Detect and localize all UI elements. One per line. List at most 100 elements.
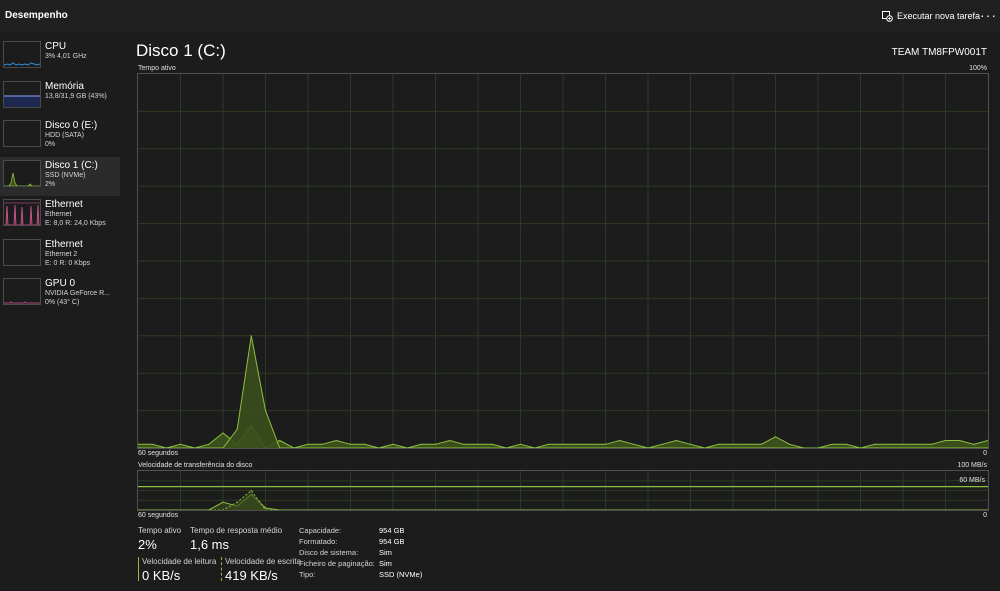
data-point	[888, 443, 890, 445]
data-point	[831, 443, 833, 445]
data-point	[633, 443, 635, 445]
transfer-chart-label: Velocidade de transferência do disco	[138, 462, 253, 469]
active-time-stat-value: 2%	[138, 537, 157, 552]
active-time-chart	[137, 73, 989, 449]
transfer-reference-label: 60 MB/s	[959, 477, 985, 484]
read-speed-value: 0 KB/s	[142, 568, 181, 583]
active-time-stat-label: Tempo ativo	[138, 526, 182, 535]
transfer-zero-label: 0	[983, 512, 987, 519]
sidebar-item-detail: HDD (SATA)	[45, 132, 85, 139]
data-point	[619, 439, 621, 442]
active-time-chart-label: Tempo ativo	[138, 65, 176, 72]
sidebar-item-usage: E: 8,0 R: 24,0 Kbps	[45, 220, 106, 227]
disk-title: Disco 1 (C:)	[136, 41, 226, 60]
response-time-stat-label: Tempo de resposta médio	[190, 526, 283, 535]
active-time-zero-label: 0	[983, 450, 987, 457]
sidebar-item-disk-0[interactable]: Disco 0 (E:) HDD (SATA) 0%	[0, 117, 120, 157]
ethernet-2-thumbnail-graph	[3, 238, 41, 266]
ethernet-1-thumbnail-graph	[3, 199, 41, 226]
sidebar-item-label: GPU 0	[45, 278, 76, 289]
disk-1-thumbnail-graph	[3, 159, 41, 187]
data-point	[222, 501, 224, 503]
data-point	[959, 439, 961, 442]
property-key: Formatado:	[299, 537, 338, 546]
sidebar-item-label: Ethernet	[45, 199, 83, 210]
gpu-0-thumbnail-graph	[3, 278, 41, 305]
data-point	[789, 443, 791, 445]
sidebar-item-label: Disco 0 (E:)	[45, 120, 98, 131]
data-point	[732, 443, 734, 445]
run-task-icon	[882, 10, 893, 22]
sidebar-item-gpu-0[interactable]: GPU 0 NVIDIA GeForce R... 0% (43° C)	[0, 275, 120, 315]
run-new-task-button[interactable]: Executar nova tarefa	[882, 9, 980, 23]
data-point	[236, 428, 238, 430]
transfer-duration-label: 60 segundos	[138, 512, 179, 519]
data-point	[944, 439, 947, 442]
sidebar-item-label: Ethernet	[45, 238, 83, 250]
property-value: Sim	[379, 548, 392, 557]
data-point	[689, 443, 692, 445]
write-speed-label: Velocidade de escrita	[225, 557, 302, 566]
data-point	[222, 432, 224, 434]
sidebar-item-label: CPU	[45, 41, 67, 52]
data-point	[236, 501, 238, 503]
data-point	[845, 443, 847, 445]
data-point	[208, 443, 210, 445]
active-time-max-label: 100%	[969, 65, 987, 72]
data-point	[874, 443, 876, 445]
sidebar-item-ethernet-1[interactable]: Ethernet Ethernet E: 8,0 R: 24,0 Kbps	[0, 196, 120, 236]
data-point	[335, 439, 337, 442]
write-speed-value: 419 KB/s	[225, 568, 278, 583]
read-speed-label: Velocidade de leitura	[142, 557, 217, 566]
memory-thumbnail-graph	[3, 80, 41, 108]
property-value: 954 GB	[379, 526, 405, 535]
data-point	[661, 443, 663, 445]
data-point	[604, 443, 607, 445]
page-title: Desempenho	[5, 10, 68, 21]
sidebar-item-memory[interactable]: Memória 13,8/31,9 GB (43%)	[0, 78, 120, 118]
data-point	[279, 439, 281, 442]
sidebar-item-detail: 13,8/31,9 GB (43%)	[45, 92, 107, 100]
data-point	[250, 489, 252, 492]
data-point	[930, 443, 932, 445]
sidebar-item-detail: Ethernet	[45, 211, 72, 218]
data-point	[902, 443, 904, 445]
transfer-chart	[137, 470, 989, 511]
property-value: SSD (NVMe)	[379, 570, 423, 579]
sidebar-item-label: Disco 1 (C:)	[45, 159, 98, 171]
data-point	[420, 443, 422, 445]
data-point	[321, 443, 323, 445]
data-point	[364, 443, 366, 445]
active-time-chart-svg	[137, 74, 989, 449]
run-new-task-label: Executar nova tarefa	[897, 11, 981, 21]
sidebar-item-detail: Ethernet 2	[45, 250, 78, 258]
data-point	[590, 443, 592, 445]
transfer-max-label: 100 MB/s	[957, 462, 987, 469]
active-time-duration-label: 60 segundos	[138, 450, 179, 457]
data-point	[477, 443, 479, 445]
data-point	[746, 443, 748, 445]
property-key: Capacidade:	[299, 526, 342, 535]
data-point	[392, 443, 394, 445]
response-time-stat-value: 1,6 ms	[190, 537, 230, 552]
data-point	[179, 443, 182, 445]
data-point	[973, 443, 975, 445]
read-speed-indicator	[138, 557, 139, 581]
title-bar: Desempenho Executar nova tarefa ···	[0, 0, 1000, 32]
sidebar-item-ethernet-2[interactable]: Ethernet Ethernet 2 E: 0 R: 0 Kbps	[0, 236, 120, 276]
sidebar-item-usage: 0% (43° C)	[45, 299, 80, 306]
more-options-icon[interactable]: ···	[980, 7, 997, 23]
sidebar-item-detail: NVIDIA GeForce R...	[45, 290, 110, 297]
sidebar-item-usage: 2%	[45, 180, 56, 188]
data-point	[760, 443, 762, 445]
sidebar-item-disk-1[interactable]: Disco 1 (C:) SSD (NVMe) 2%	[0, 156, 120, 196]
property-key: Tipo:	[299, 570, 316, 579]
data-point	[307, 443, 309, 445]
sidebar-item-usage: 0%	[45, 141, 56, 148]
sidebar-item-detail: 3% 4,01 GHz	[45, 53, 87, 60]
write-speed-indicator	[221, 557, 222, 581]
sidebar-item-cpu[interactable]: CPU 3% 4,01 GHz	[0, 38, 120, 78]
disk-0-thumbnail-graph	[3, 120, 41, 147]
transfer-chart-svg	[138, 471, 988, 511]
data-point	[449, 439, 451, 442]
